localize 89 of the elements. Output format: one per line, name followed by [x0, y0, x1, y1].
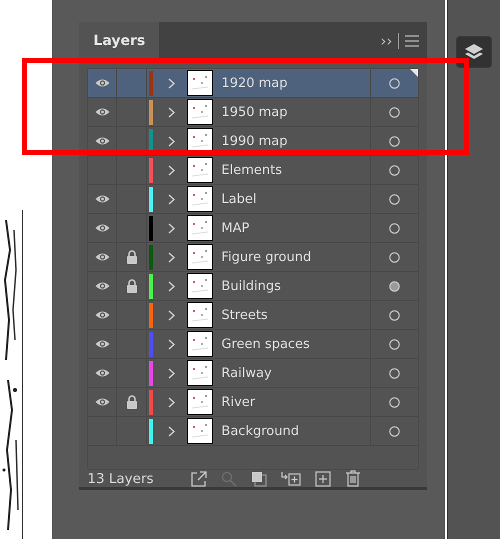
eye-icon	[94, 136, 110, 146]
layer-name: 1990 map	[220, 134, 289, 149]
chevron-icon[interactable]	[168, 136, 175, 147]
target-icon[interactable]	[389, 368, 400, 379]
new-layer-icon[interactable]	[315, 470, 332, 486]
layer-name: Streets	[220, 308, 269, 323]
layer-thumbnail	[187, 157, 214, 184]
target-icon[interactable]	[389, 106, 400, 118]
layer-row[interactable]: Figure ground	[88, 243, 418, 272]
target-icon[interactable]	[389, 396, 400, 408]
target-icon[interactable]	[389, 252, 400, 263]
target-icon[interactable]	[389, 310, 400, 321]
layer-thumbnail	[187, 99, 214, 126]
layer-name: Railway	[220, 366, 273, 381]
chevron-icon[interactable]	[168, 222, 175, 234]
layer-name: Elements	[220, 162, 284, 178]
eye-icon	[94, 281, 110, 292]
target-icon[interactable]	[389, 338, 400, 350]
layer-name: MAP	[220, 220, 250, 236]
layer-row[interactable]: Buildings	[88, 272, 418, 302]
chevron-icon[interactable]	[168, 194, 175, 205]
layer-row[interactable]: MAP	[88, 214, 418, 244]
layer-thumbnail	[187, 331, 214, 358]
target-icon[interactable]	[389, 280, 400, 292]
layer-count: 13 Layers	[87, 470, 155, 486]
layer-name: 1920 map	[220, 76, 289, 91]
layer-row[interactable]: Streets	[88, 301, 418, 330]
trash-icon[interactable]	[345, 470, 362, 487]
layers-icon	[463, 42, 486, 62]
menu-icon[interactable]	[405, 35, 420, 48]
eye-icon	[94, 397, 110, 408]
target-icon[interactable]	[389, 194, 400, 205]
layer-thumbnail	[187, 389, 214, 416]
target-icon[interactable]	[389, 78, 400, 89]
layer-name: Green spaces	[220, 336, 311, 352]
eye-icon	[94, 368, 110, 378]
chevron-icon[interactable]	[168, 106, 175, 118]
layer-name: Buildings	[220, 278, 282, 294]
layers-tab[interactable]: Layers	[79, 22, 160, 60]
layers-panel-button[interactable]	[456, 36, 492, 68]
eye-icon	[94, 194, 110, 204]
chevron-icon[interactable]	[168, 368, 175, 379]
layer-row[interactable]: Background	[88, 417, 418, 446]
eye-icon	[94, 310, 110, 320]
chevron-icon[interactable]	[168, 164, 175, 176]
eye-icon	[94, 107, 110, 118]
layer-row[interactable]: Elements	[88, 156, 418, 186]
chevron-icon[interactable]	[168, 78, 175, 89]
layer-thumbnail	[187, 244, 214, 270]
layer-name: River	[220, 394, 256, 410]
chevron-icon[interactable]	[168, 426, 175, 437]
lock-icon	[126, 395, 138, 410]
layer-thumbnail	[187, 70, 214, 96]
selection-corner-icon	[410, 69, 418, 78]
layer-thumbnail	[187, 360, 214, 386]
target-icon[interactable]	[389, 222, 400, 234]
eye-icon	[94, 223, 110, 234]
layer-thumbnail	[187, 273, 214, 300]
eye-icon	[94, 339, 110, 350]
layer-name: Background	[220, 424, 300, 439]
layer-row[interactable]: Green spaces	[88, 330, 418, 360]
layer-row[interactable]: River	[88, 388, 418, 418]
target-icon[interactable]	[389, 136, 400, 147]
layer-row[interactable]: Railway	[88, 359, 418, 388]
target-icon[interactable]	[389, 426, 400, 437]
layer-name: Figure ground	[220, 250, 312, 265]
lock-icon	[126, 279, 138, 294]
layer-row[interactable]: 1950 map	[88, 98, 418, 128]
eye-icon	[94, 252, 110, 262]
chevron-icon[interactable]	[168, 396, 175, 408]
target-icon[interactable]	[389, 164, 400, 176]
lock-icon	[126, 250, 138, 264]
export-icon[interactable]	[191, 470, 208, 486]
collapse-button[interactable]: ››	[380, 32, 392, 50]
new-sublayer-icon[interactable]	[281, 470, 302, 486]
clipping-mask-icon[interactable]	[251, 470, 268, 486]
chevron-icon[interactable]	[168, 280, 175, 292]
chevron-icon[interactable]	[168, 338, 175, 350]
layer-row[interactable]: 1920 map	[88, 69, 418, 98]
layer-thumbnail	[187, 215, 214, 242]
eye-icon	[94, 78, 110, 88]
layer-name: Label	[220, 192, 258, 207]
layer-thumbnail	[187, 186, 214, 212]
layer-row[interactable]: Label	[88, 185, 418, 214]
layer-thumbnail	[187, 418, 214, 444]
chevron-icon[interactable]	[168, 252, 175, 263]
layer-thumbnail	[187, 302, 214, 328]
chevron-icon[interactable]	[168, 310, 175, 321]
layer-name: 1950 map	[220, 104, 289, 120]
